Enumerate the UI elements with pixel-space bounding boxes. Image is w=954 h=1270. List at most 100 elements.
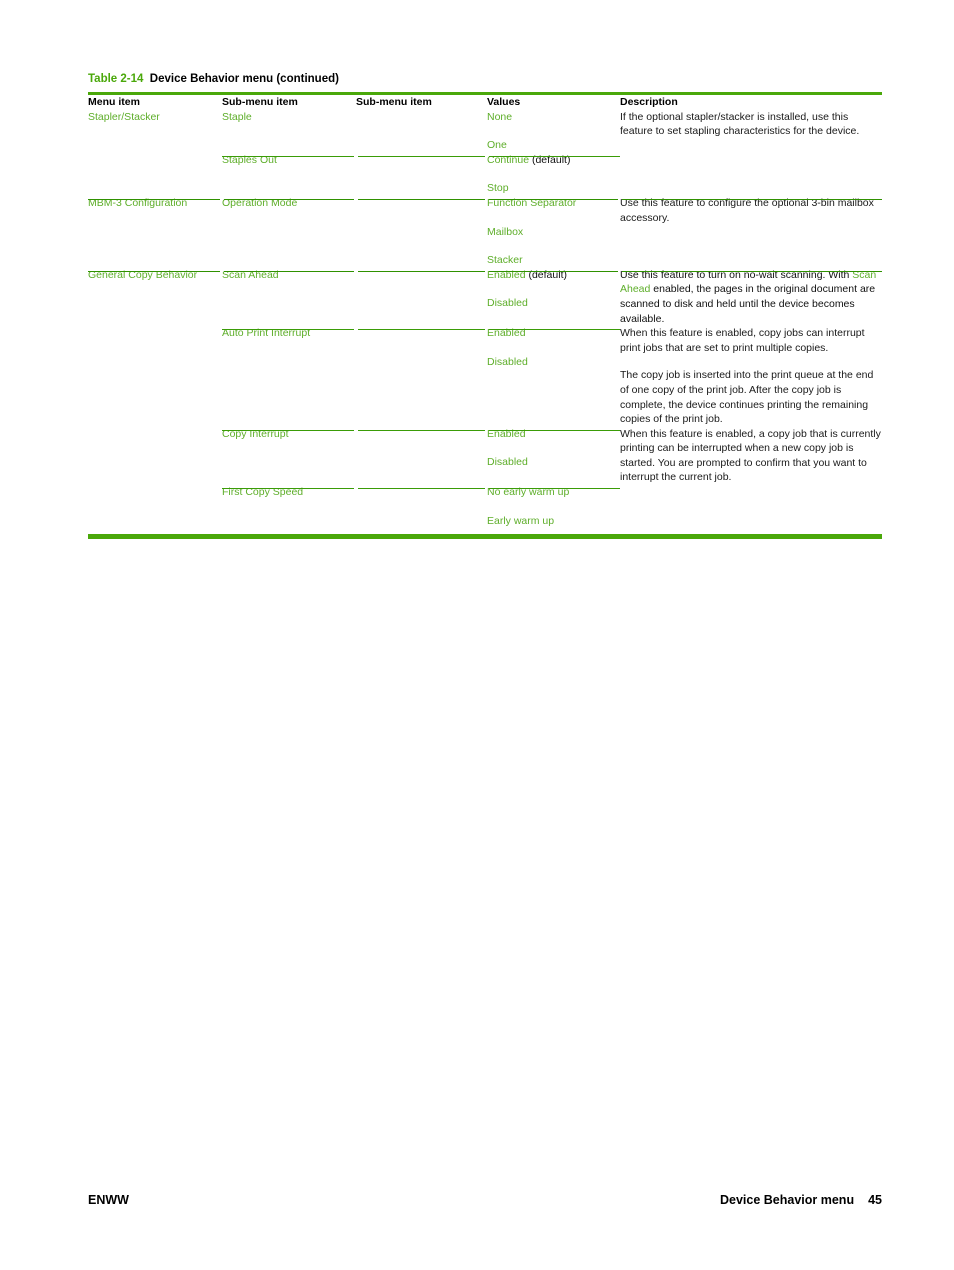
value-label: Disabled [487, 297, 528, 310]
cell-values: Enabled Disabled [487, 427, 620, 485]
footer-section-label: Device Behavior menu [720, 1193, 855, 1207]
cell-sub-menu-item-2 [356, 153, 487, 196]
cell-values: Enabled Disabled [487, 326, 620, 427]
value-entry: Early warm up [487, 514, 620, 529]
footer-section: Device Behavior menu 45 [720, 1193, 882, 1207]
cell-sub-menu-item: First Copy Speed [222, 485, 356, 528]
cell-sub-menu-item: Staples Out [222, 153, 356, 196]
row-separator [88, 270, 220, 273]
row-separator [489, 198, 618, 201]
table-row: Copy Interrupt Enabled Disabled When this f… [88, 427, 882, 485]
document-page: Table 2-14 Device Behavior menu (continu… [0, 0, 954, 1270]
table-row: General Copy Behavior Scan Ahead Enabled (… [88, 268, 882, 326]
footer-page-number: 45 [868, 1193, 882, 1207]
row-separator-thin [222, 329, 354, 331]
cell-description: If the optional stapler/stacker is insta… [620, 110, 882, 153]
row-separator [622, 270, 882, 273]
row-separator [358, 198, 485, 201]
column-header-sub-menu-item-2: Sub-menu item [356, 96, 432, 108]
value-label: Disabled [487, 355, 528, 368]
row-separator-thin [489, 488, 620, 490]
value-entry: Stacker [487, 253, 620, 268]
table-row: Staples Out Continue (default) Stop [88, 153, 882, 196]
description-paragraph: When this feature is enabled, copy jobs … [620, 327, 865, 354]
value-label: Stacker [487, 254, 523, 267]
value-label: None [487, 110, 513, 123]
column-header-values: Values [487, 96, 521, 108]
row-separator [358, 270, 485, 273]
row-separator-thin [222, 429, 354, 431]
description-paragraph: The copy job is inserted into the print … [620, 369, 874, 426]
row-separator-thin [222, 155, 354, 157]
value-label: Disabled [487, 456, 528, 469]
table-header-row: Menu item Sub-menu item Sub-menu item Va… [88, 95, 882, 110]
cell-sub-menu-item: Staple [222, 110, 356, 153]
value-entry: Disabled [487, 296, 620, 311]
description-text: enabled, the pages in the original docum… [620, 283, 876, 325]
table-row: MBM-3 Configuration Operation Mode Functio… [88, 196, 882, 268]
value-label: Mailbox [487, 225, 524, 238]
value-label: Early warm up [487, 514, 555, 527]
cell-sub-menu-item-2 [356, 268, 487, 326]
table-bottom-rule [88, 534, 882, 540]
description-paragraph: When this feature is enabled, a copy job… [620, 427, 881, 484]
cell-sub-menu-item-2 [356, 485, 487, 528]
cell-description [620, 485, 882, 528]
table-caption-title: Device Behavior menu (continued) [149, 73, 339, 85]
table-row: First Copy Speed No early warm up Early wa… [88, 485, 882, 528]
column-header-description: Description [620, 96, 678, 108]
footer-enww: ENWW [88, 1193, 129, 1207]
value-label: One [487, 139, 507, 152]
cell-values: None One [487, 110, 620, 153]
menu-item-label: Stapler/Stacker [88, 110, 160, 123]
value-entry: One [487, 138, 620, 153]
value-label: Stop [487, 182, 509, 195]
value-entry: None [487, 110, 620, 125]
row-separator [622, 198, 882, 201]
cell-sub-menu-item-2 [356, 427, 487, 485]
description-paragraph: If the optional stapler/stacker is insta… [620, 110, 860, 138]
table-caption-number: Table 2-14 [88, 73, 144, 85]
value-entry: Disabled [487, 455, 620, 470]
table-caption: Table 2-14 Device Behavior menu (continu… [88, 72, 339, 86]
row-separator [489, 270, 618, 273]
cell-sub-menu-item: Operation Mode [222, 196, 356, 268]
row-separator-thin [358, 329, 485, 331]
column-header-sub-menu-item-1: Sub-menu item [222, 96, 298, 108]
cell-menu-item [88, 153, 222, 196]
cell-menu-item: General Copy Behavior [88, 268, 222, 326]
cell-sub-menu-item-2 [356, 196, 487, 268]
cell-menu-item [88, 427, 222, 485]
cell-values: Continue (default) Stop [487, 153, 620, 196]
row-separator-thin [358, 429, 485, 431]
row-separator [88, 198, 220, 201]
row-separator-thin [489, 329, 620, 331]
cell-description: Use this feature to turn on no-wait scan… [620, 268, 882, 326]
sub-menu-item-label: Staple [222, 110, 252, 123]
device-behavior-table: Menu item Sub-menu item Sub-menu item Va… [88, 92, 882, 540]
cell-description: When this feature is enabled, copy jobs … [620, 326, 882, 427]
row-separator-thin [358, 155, 485, 157]
column-header-menu-item: Menu item [88, 96, 140, 108]
cell-menu-item: MBM-3 Configuration [88, 196, 222, 268]
value-entry: Stop [487, 181, 620, 196]
cell-menu-item [88, 485, 222, 528]
cell-description: Use this feature to configure the option… [620, 196, 882, 268]
cell-sub-menu-item-2 [356, 326, 487, 427]
cell-sub-menu-item: Auto Print Interrupt [222, 326, 356, 427]
table-body: Stapler/Stacker Staple None One If the optio… [88, 110, 882, 529]
row-separator [224, 198, 354, 201]
table-row: Stapler/Stacker Staple None One If the optio… [88, 110, 882, 153]
value-entry: Disabled [487, 355, 620, 370]
cell-description [620, 153, 882, 196]
row-separator-thin [489, 155, 620, 157]
cell-description: When this feature is enabled, a copy job… [620, 427, 882, 485]
description-paragraph: Use this feature to turn on no-wait scan… [620, 268, 882, 326]
cell-values: Function Separator Mailbox Stacker [487, 196, 620, 268]
row-separator [224, 270, 354, 273]
cell-sub-menu-item-2 [356, 110, 487, 153]
row-separator-thin [358, 488, 485, 490]
cell-values: No early warm up Early warm up [487, 485, 620, 528]
cell-sub-menu-item: Copy Interrupt [222, 427, 356, 485]
cell-sub-menu-item: Scan Ahead [222, 268, 356, 326]
